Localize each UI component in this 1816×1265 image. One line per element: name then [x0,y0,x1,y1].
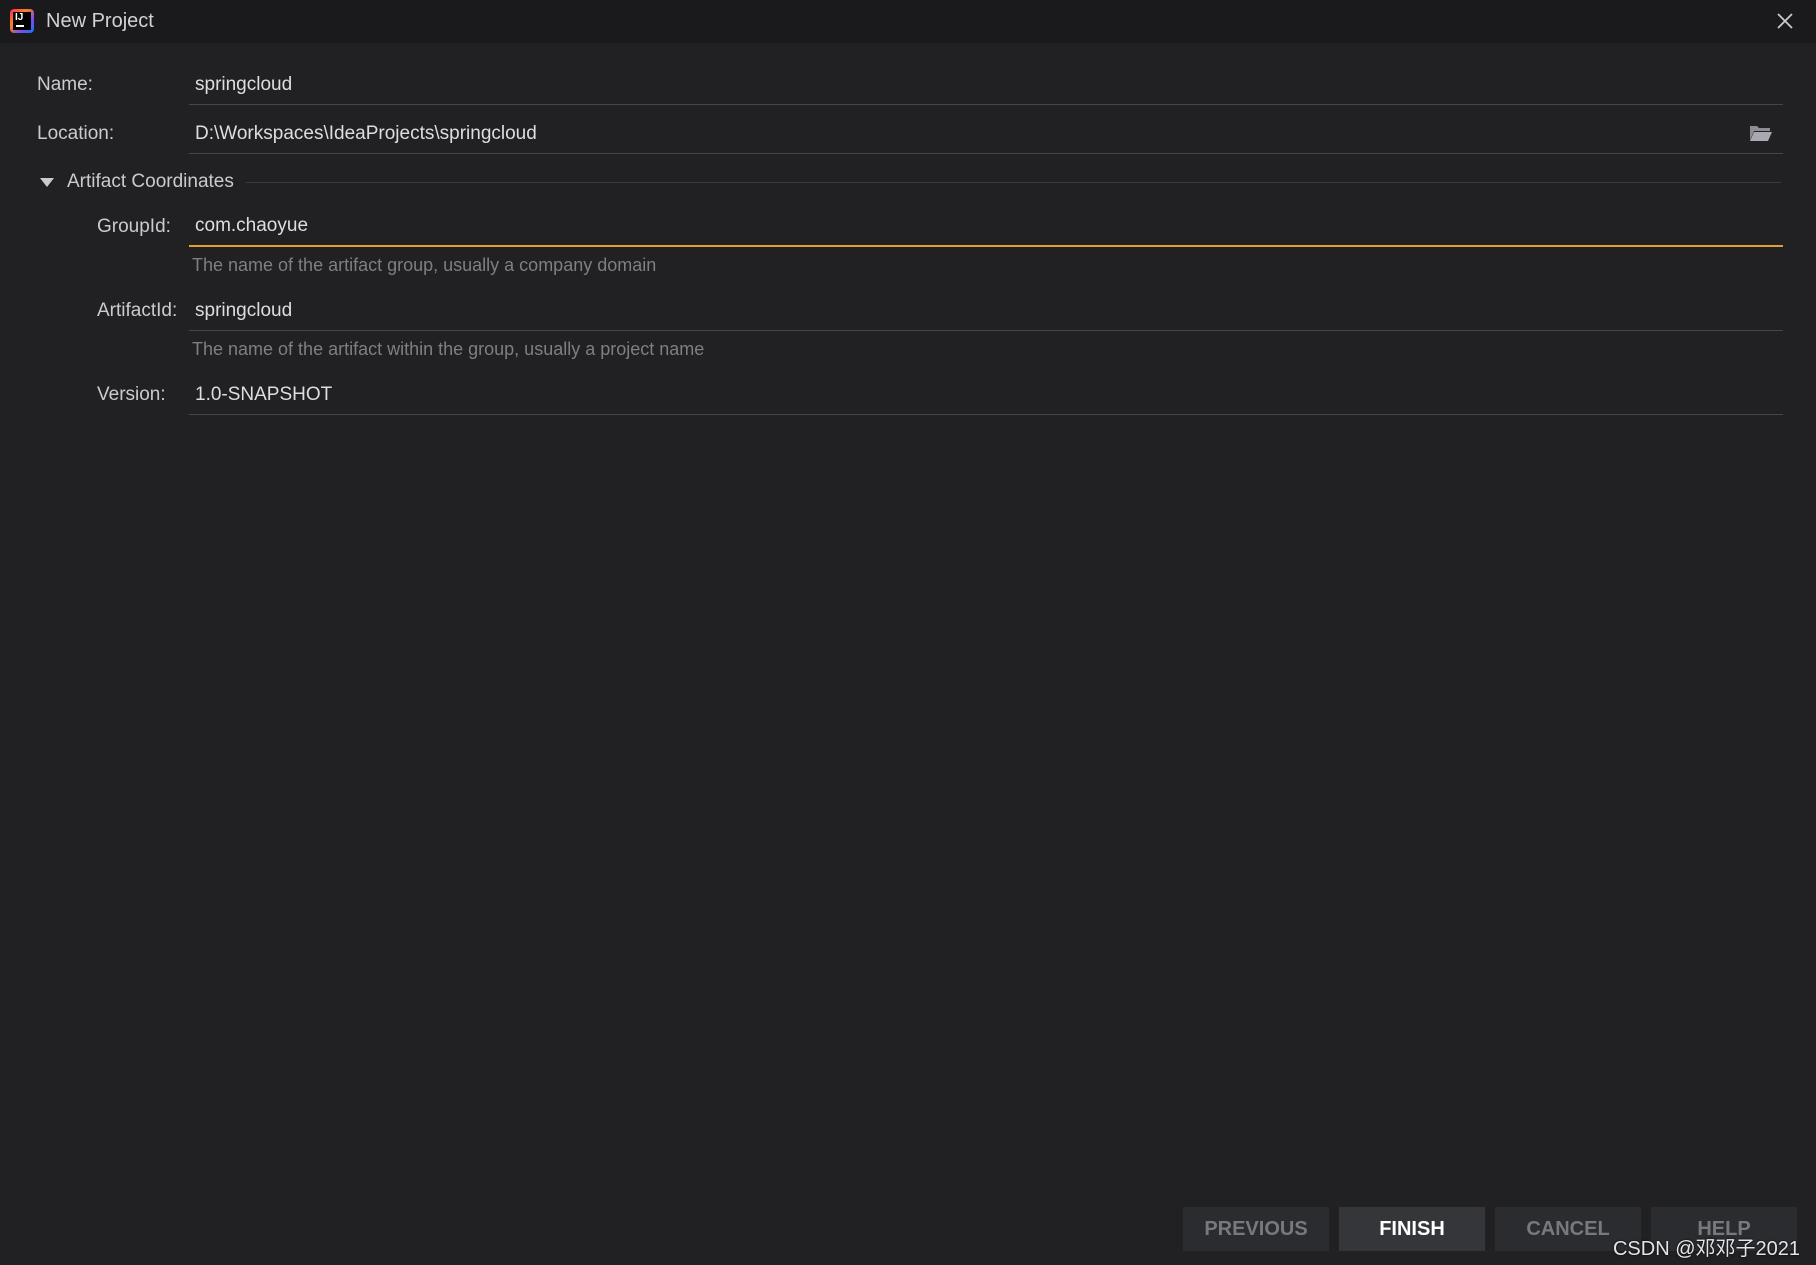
new-project-dialog: IJ New Project Name: Location: Artifact … [0,0,1816,1265]
browse-folder-button[interactable] [1749,123,1773,143]
artifact-coordinates-toggle[interactable]: Artifact Coordinates [40,170,234,194]
name-label: Name: [37,74,93,95]
triangle-down-icon [40,177,54,187]
version-label: Version: [97,384,166,405]
intellij-idea-icon: IJ [10,9,34,33]
location-label: Location: [37,123,115,144]
artifact-id-hint: The name of the artifact within the grou… [192,339,705,359]
artifact-id-label: ArtifactId: [97,300,178,321]
close-icon [1777,13,1793,29]
location-input[interactable] [189,114,1783,153]
section-divider [246,182,1781,183]
folder-open-icon [1750,126,1772,141]
finish-button[interactable]: FINISH [1339,1207,1485,1251]
version-field-container [189,375,1783,415]
watermark: CSDN @邓邓子2021 [1612,1238,1800,1260]
group-id-label: GroupId: [97,216,171,237]
artifact-id-field-container [189,291,1783,331]
location-field-container [189,114,1783,154]
previous-button[interactable]: PREVIOUS [1183,1207,1329,1251]
group-id-hint: The name of the artifact group, usually … [192,255,657,275]
title-bar: IJ New Project [0,0,1816,43]
window-title: New Project [46,10,154,32]
name-field-container [189,65,1783,105]
artifact-id-input[interactable] [189,291,1783,330]
close-button[interactable] [1772,8,1798,34]
group-id-field-container [189,207,1783,247]
artifact-coordinates-title: Artifact Coordinates [67,171,234,192]
group-id-input[interactable] [189,207,1783,245]
name-input[interactable] [189,65,1783,104]
version-input[interactable] [189,375,1783,414]
